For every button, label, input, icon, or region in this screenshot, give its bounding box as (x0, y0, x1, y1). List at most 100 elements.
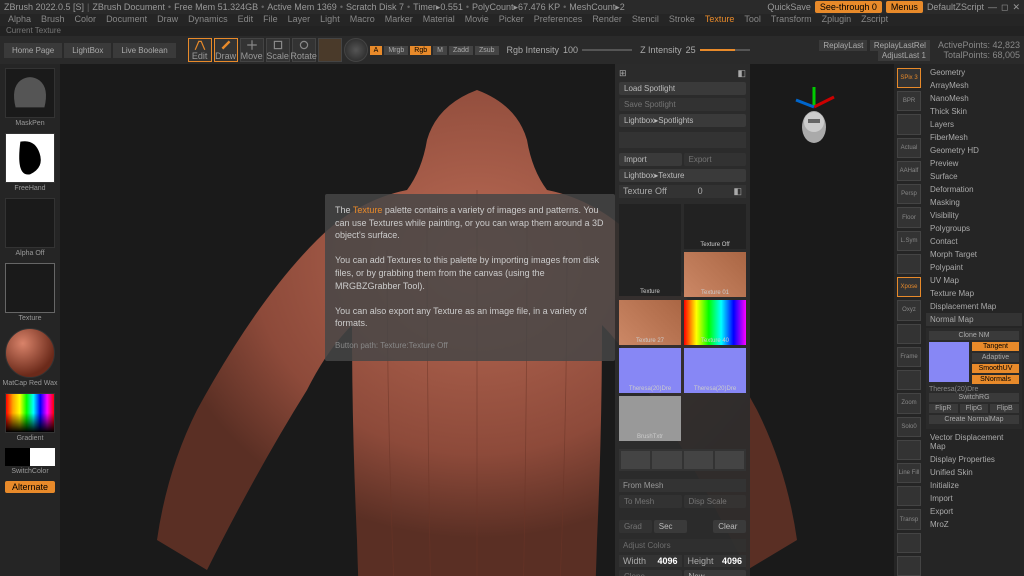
menu-marker[interactable]: Marker (381, 14, 417, 26)
shelf-icon-2[interactable] (897, 114, 921, 134)
sec[interactable]: Sec (654, 520, 687, 533)
shelf-icon-16[interactable] (897, 440, 921, 460)
menu-document[interactable]: Document (102, 14, 151, 26)
rgb-intensity-slider[interactable]: Rgb Intensity 100 (507, 45, 633, 55)
rgb-mode[interactable]: Rgb (410, 46, 431, 55)
menu-draw[interactable]: Draw (153, 14, 182, 26)
prop-layers[interactable]: Layers (926, 118, 1022, 131)
texture-thumb[interactable]: Texture 01 (684, 252, 746, 297)
prop-texture map[interactable]: Texture Map (926, 287, 1022, 300)
menu-material[interactable]: Material (419, 14, 459, 26)
prop-deformation[interactable]: Deformation (926, 183, 1022, 196)
menu-zscript[interactable]: Zscript (857, 14, 892, 26)
prop-nanomesh[interactable]: NanoMesh (926, 92, 1022, 105)
menu-preferences[interactable]: Preferences (530, 14, 587, 26)
shelf-line fill[interactable]: Line Fill (897, 463, 921, 483)
texture-thumb[interactable]: Texture 40 (684, 300, 746, 345)
flipg[interactable]: FlipG (960, 404, 989, 413)
brush-thumbnail[interactable] (5, 68, 55, 118)
scale-mode-icon[interactable]: Scale (266, 38, 290, 62)
prop-initialize[interactable]: Initialize (926, 479, 1022, 492)
shelf-floor[interactable]: Floor (897, 207, 921, 227)
zsub-mode[interactable]: Zsub (475, 46, 499, 55)
shelf-actual[interactable]: Actual (897, 138, 921, 158)
a-mode[interactable]: A (370, 46, 383, 55)
snormals[interactable]: SNormals (972, 375, 1019, 384)
shelf-icon-18[interactable] (897, 486, 921, 506)
palette-drag-icon[interactable]: ⊞ (619, 68, 627, 79)
export-button[interactable]: Export (684, 153, 747, 166)
alternate-button[interactable]: Alternate (5, 481, 55, 493)
sculptris-icon[interactable] (318, 38, 342, 62)
prop-unified skin[interactable]: Unified Skin (926, 466, 1022, 479)
close-icon[interactable]: ✕ (1012, 2, 1020, 13)
menu-light[interactable]: Light (316, 14, 344, 26)
draw-mode-icon[interactable]: Draw (214, 38, 238, 62)
prop-import[interactable]: Import (926, 492, 1022, 505)
minimize-icon[interactable]: — (988, 2, 997, 12)
nav-gizmo[interactable] (784, 82, 844, 152)
texture-thumb[interactable]: Texture 27 (619, 300, 681, 345)
prop-surface[interactable]: Surface (926, 170, 1022, 183)
flipr[interactable]: FlipR (929, 404, 958, 413)
clear[interactable]: Clear (713, 520, 746, 533)
flipb[interactable]: FlipB (990, 404, 1019, 413)
nm-thumbnail[interactable] (929, 342, 969, 382)
menu-edit[interactable]: Edit (234, 14, 258, 26)
menu-movie[interactable]: Movie (461, 14, 493, 26)
prop-uv map[interactable]: UV Map (926, 274, 1022, 287)
shelf-icon-13[interactable] (897, 370, 921, 390)
prop-vector displacement map[interactable]: Vector Displacement Map (926, 431, 1022, 453)
menu-layer[interactable]: Layer (284, 14, 315, 26)
prop-morph target[interactable]: Morph Target (926, 248, 1022, 261)
mrgb-mode[interactable]: Mrgb (384, 46, 408, 55)
texture-off-slider[interactable]: Texture Off0◧ (619, 185, 746, 198)
menu-dynamics[interactable]: Dynamics (184, 14, 232, 26)
gizmo-icon[interactable] (344, 38, 368, 62)
adjust-colors[interactable]: Adjust Colors (619, 539, 746, 552)
shelf-aahalf[interactable]: AAHalf (897, 161, 921, 181)
shelf-icon-21[interactable] (897, 556, 921, 576)
shelf-icon-8[interactable] (897, 254, 921, 274)
prop-preview[interactable]: Preview (926, 157, 1022, 170)
texture-thumb[interactable]: Texture Off (684, 204, 746, 249)
menu-stroke[interactable]: Stroke (665, 14, 699, 26)
prop-displacement map[interactable]: Displacement Map (926, 300, 1022, 313)
alpha-thumbnail[interactable] (5, 198, 55, 248)
shelf-icon-11[interactable] (897, 324, 921, 344)
prop-geometry hd[interactable]: Geometry HD (926, 144, 1022, 157)
shelf-transp[interactable]: Transp (897, 509, 921, 529)
z-intensity-slider[interactable]: Z Intensity 25 (640, 45, 750, 55)
menu-stencil[interactable]: Stencil (628, 14, 663, 26)
tangent[interactable]: Tangent (972, 342, 1019, 351)
shelf-zoom[interactable]: Zoom (897, 393, 921, 413)
prop-masking[interactable]: Masking (926, 196, 1022, 209)
switch-color[interactable]: SwitchColor (11, 468, 48, 475)
menu-file[interactable]: File (259, 14, 282, 26)
menu-tool[interactable]: Tool (740, 14, 765, 26)
move-mode-icon[interactable]: Move (240, 38, 264, 62)
m-mode[interactable]: M (433, 46, 447, 55)
menu-render[interactable]: Render (588, 14, 626, 26)
shelf-oxyz[interactable]: Oxyz (897, 300, 921, 320)
prop-arraymesh[interactable]: ArrayMesh (926, 79, 1022, 92)
prop-normal map[interactable]: Normal Map (926, 313, 1022, 326)
texture-thumb[interactable]: Theresa(20)Dre (619, 348, 681, 393)
menu-color[interactable]: Color (71, 14, 101, 26)
load-spotlight[interactable]: Load Spotlight (619, 82, 746, 95)
height-field[interactable]: Height4096 (684, 555, 747, 567)
width-field[interactable]: Width4096 (619, 555, 682, 567)
replay-last[interactable]: ReplayLast (819, 40, 867, 51)
default-zscript[interactable]: DefaultZScript (927, 2, 984, 12)
tab-lightbox[interactable]: LightBox (64, 43, 111, 58)
from-mesh-header[interactable]: From Mesh (619, 479, 746, 492)
material-thumbnail[interactable] (5, 328, 55, 378)
smoothuv[interactable]: SmoothUV (972, 364, 1019, 373)
tab-home[interactable]: Home Page (4, 43, 62, 58)
color-swatches[interactable] (5, 448, 55, 466)
prop-polygroups[interactable]: Polygroups (926, 222, 1022, 235)
maximize-icon[interactable]: ◻ (1001, 2, 1008, 13)
adaptive[interactable]: Adaptive (972, 353, 1019, 362)
texture-thumb[interactable]: Theresa(20)Dre (684, 348, 746, 393)
shelf-bpr[interactable]: BPR (897, 91, 921, 111)
